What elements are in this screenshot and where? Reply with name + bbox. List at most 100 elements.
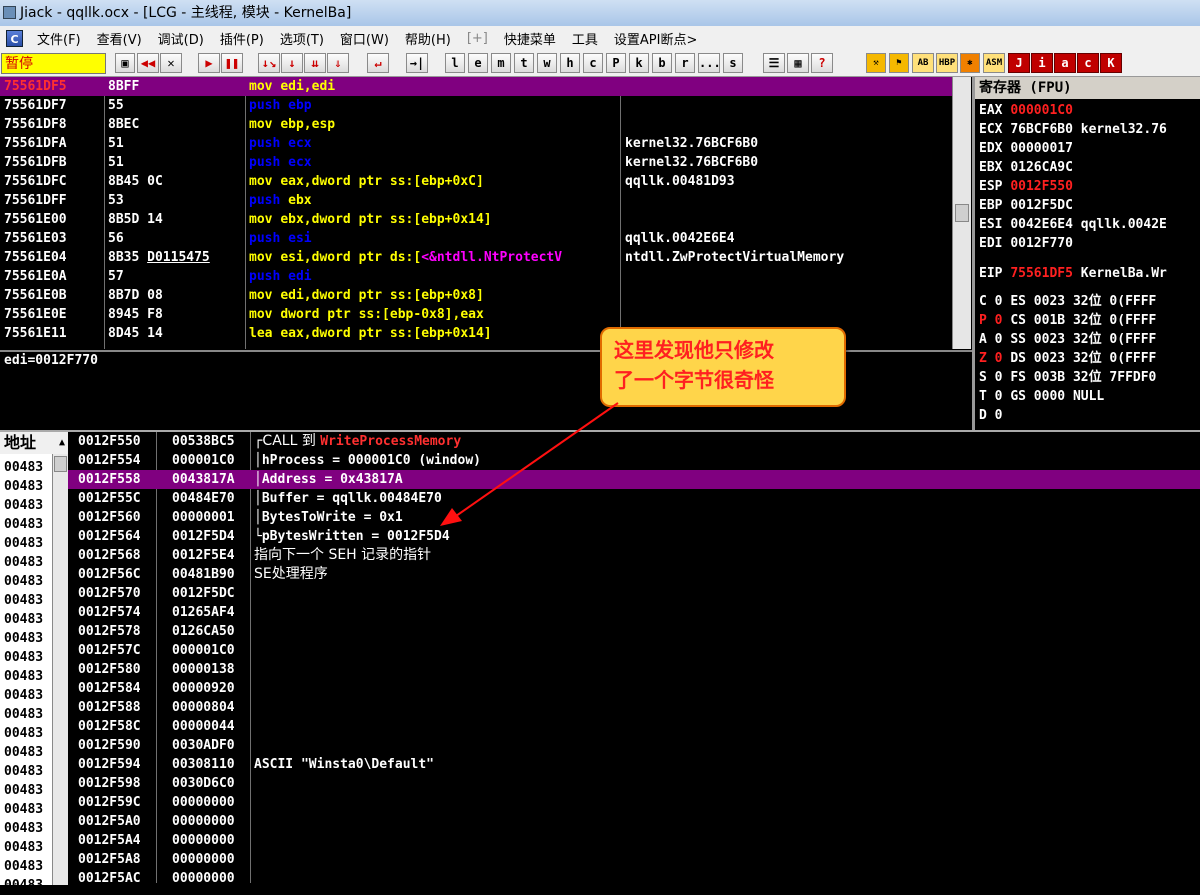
disasm-row[interactable]: 75561E0B 8B7D 08 mov edi,dword ptr ss:[ebp… <box>0 286 970 305</box>
disasm-row[interactable]: 75561E0E 8945 F8 mov dword ptr ss:[ebp-0x8… <box>0 305 970 324</box>
register-value[interactable]: 0012F770 <box>1010 236 1073 251</box>
toolbar-button-p[interactable]: P <box>606 53 626 73</box>
register-line[interactable]: ESI 0042E6E4 qqllk.0042E <box>979 215 1167 234</box>
flag-line[interactable]: A 0 SS 0023 32位 0(FFFF <box>979 330 1156 349</box>
toolbar-button-s[interactable]: s <box>723 53 743 73</box>
register-value[interactable]: 000001C0 <box>1010 103 1073 118</box>
register-value[interactable]: 0126CA9C <box>1010 160 1073 175</box>
ab-button[interactable]: AB <box>912 53 934 73</box>
disasm-row[interactable]: 75561DFA 51 push ecx kernel32.76BCF6B0 <box>0 134 970 153</box>
dump-address[interactable]: 00483 <box>4 838 43 857</box>
stack-row[interactable]: 0012F59C 00000000 <box>68 793 1200 812</box>
stack-row[interactable]: 0012F590 0030ADF0 <box>68 736 1200 755</box>
dump-address[interactable]: 00483 <box>4 819 43 838</box>
goto-icon[interactable]: →| <box>406 53 428 73</box>
toolbar-button-more[interactable]: ... <box>698 53 721 73</box>
registers-pane[interactable]: 寄存器 (FPU) EAX 000001C0 ECX 76BCF6B0 kerne… <box>972 77 1200 430</box>
flag-bit[interactable]: S 0 <box>979 370 1002 385</box>
stack-row[interactable]: 0012F5AC 00000000 <box>68 869 1200 888</box>
list-icon[interactable]: ☰ <box>763 53 785 73</box>
menu-item[interactable]: 快捷菜单 <box>496 29 564 48</box>
register-value[interactable]: 76BCF6B0 <box>1010 122 1073 137</box>
register-line[interactable]: EDX 00000017 <box>979 139 1073 158</box>
toolbar-button-k[interactable]: k <box>629 53 649 73</box>
disassembly-scrollbar[interactable] <box>952 77 971 349</box>
flag-bit[interactable]: D 0 <box>979 408 1002 423</box>
dump-address[interactable]: 00483 <box>4 458 43 477</box>
register-value[interactable]: 0012F5DC <box>1010 198 1073 213</box>
stack-row[interactable]: 0012F55C 00484E70 │Buffer = qqllk.00484E70 <box>68 489 1200 508</box>
register-line[interactable]: EAX 000001C0 <box>979 101 1073 120</box>
stack-row[interactable]: 0012F570 0012F5DC <box>68 584 1200 603</box>
menu-item[interactable]: [+] <box>459 31 496 46</box>
disasm-row[interactable]: 75561DFF 53 push ebx <box>0 191 970 210</box>
dump-address[interactable]: 00483 <box>4 705 43 724</box>
dump-address[interactable]: 00483 <box>4 629 43 648</box>
dump-address[interactable]: 00483 <box>4 800 43 819</box>
trace-into-icon[interactable]: ⇊ <box>304 53 326 73</box>
run-icon[interactable]: ▶ <box>198 53 220 73</box>
stack-row[interactable]: 0012F57C 000001C0 <box>68 641 1200 660</box>
menu-item[interactable]: 选项(T) <box>272 29 332 48</box>
flag-line[interactable]: S 0 FS 003B 32位 7FFDF0 <box>979 368 1156 387</box>
stack-row[interactable]: 0012F578 0126CA50 <box>68 622 1200 641</box>
tools-icon[interactable]: ⚒ <box>866 53 886 73</box>
dump-address-header[interactable]: 地址 ▲ <box>0 432 68 454</box>
disasm-row[interactable]: 75561DF8 8BEC mov ebp,esp <box>0 115 970 134</box>
stack-row[interactable]: 0012F550 00538BC5 ┌CALL 到 WriteProcessMemo… <box>68 432 1200 451</box>
menu-item[interactable]: 插件(P) <box>212 29 272 48</box>
register-value[interactable]: 0042E6E4 <box>1010 217 1073 232</box>
execute-till-return-icon[interactable]: ↵ <box>367 53 389 73</box>
stack-row[interactable]: 0012F588 00000804 <box>68 698 1200 717</box>
menu-item[interactable]: 查看(V) <box>89 29 150 48</box>
disasm-row[interactable]: 75561DF7 55 push ebp <box>0 96 970 115</box>
register-value[interactable]: 0012F550 <box>1010 179 1073 194</box>
dump-scrollbar[interactable] <box>52 454 68 885</box>
scroll-thumb[interactable] <box>54 456 67 472</box>
step-into-icon[interactable]: ↓↘ <box>258 53 280 73</box>
stack-row[interactable]: 0012F5A4 00000000 <box>68 831 1200 850</box>
stack-row[interactable]: 0012F5A8 00000000 <box>68 850 1200 869</box>
dump-address[interactable]: 00483 <box>4 553 43 572</box>
register-value[interactable]: 75561DF5 <box>1010 266 1073 281</box>
register-line[interactable]: EDI 0012F770 <box>979 234 1073 253</box>
dump-address[interactable]: 00483 <box>4 686 43 705</box>
toolbar-button-e[interactable]: e <box>468 53 488 73</box>
hbp-button[interactable]: HBP <box>936 53 958 73</box>
dump-column[interactable]: 00483 00483 00483 00483 00483 00483 00483 00483… <box>0 454 52 893</box>
trace-over-icon[interactable]: ⇓ <box>327 53 349 73</box>
stack-row[interactable]: 0012F58C 00000044 <box>68 717 1200 736</box>
settings-icon[interactable]: ✱ <box>960 53 980 73</box>
flag-icon[interactable]: ⚑ <box>889 53 909 73</box>
toolbar-button-h[interactable]: h <box>560 53 580 73</box>
register-line[interactable]: EBX 0126CA9C <box>979 158 1073 177</box>
disasm-row[interactable]: 75561DFB 51 push ecx kernel32.76BCF6B0 <box>0 153 970 172</box>
restart-icon[interactable]: ◀◀ <box>137 53 159 73</box>
dump-address[interactable]: 00483 <box>4 515 43 534</box>
flag-line[interactable]: C 0 ES 0023 32位 0(FFFF <box>979 292 1156 311</box>
register-line[interactable]: EBP 0012F5DC <box>979 196 1073 215</box>
stack-row[interactable]: 0012F580 00000138 <box>68 660 1200 679</box>
stack-row[interactable]: 0012F584 00000920 <box>68 679 1200 698</box>
step-over-icon[interactable]: ↓ <box>281 53 303 73</box>
dump-address[interactable]: 00483 <box>4 743 43 762</box>
stack-row[interactable]: 0012F594 00308110 ASCII "Winsta0\Default" <box>68 755 1200 774</box>
menu-item[interactable]: 帮助(H) <box>397 29 459 48</box>
flag-bit[interactable]: A 0 <box>979 332 1002 347</box>
dump-address[interactable]: 00483 <box>4 610 43 629</box>
flag-bit[interactable]: C 0 <box>979 294 1002 309</box>
dump-address[interactable]: 00483 <box>4 762 43 781</box>
dump-address[interactable]: 00483 <box>4 724 43 743</box>
close-icon[interactable]: ✕ <box>160 53 182 73</box>
stack-row[interactable]: 0012F56C 00481B90 SE处理程序 <box>68 565 1200 584</box>
dump-address[interactable]: 00483 <box>4 572 43 591</box>
app-menu-icon[interactable]: C <box>6 29 23 47</box>
toolbar-button-r[interactable]: r <box>675 53 695 73</box>
menu-item[interactable]: 文件(F) <box>29 29 89 48</box>
dump-address[interactable]: 00483 <box>4 534 43 553</box>
dump-address[interactable]: 00483 <box>4 648 43 667</box>
disasm-row[interactable]: 75561E0A 57 push edi <box>0 267 970 286</box>
toolbar-button-b[interactable]: b <box>652 53 672 73</box>
dump-address[interactable]: 00483 <box>4 857 43 876</box>
disassembly-pane[interactable]: 75561DF5 8BFF mov edi,edi 75561DF7 55 push eb… <box>0 77 970 349</box>
